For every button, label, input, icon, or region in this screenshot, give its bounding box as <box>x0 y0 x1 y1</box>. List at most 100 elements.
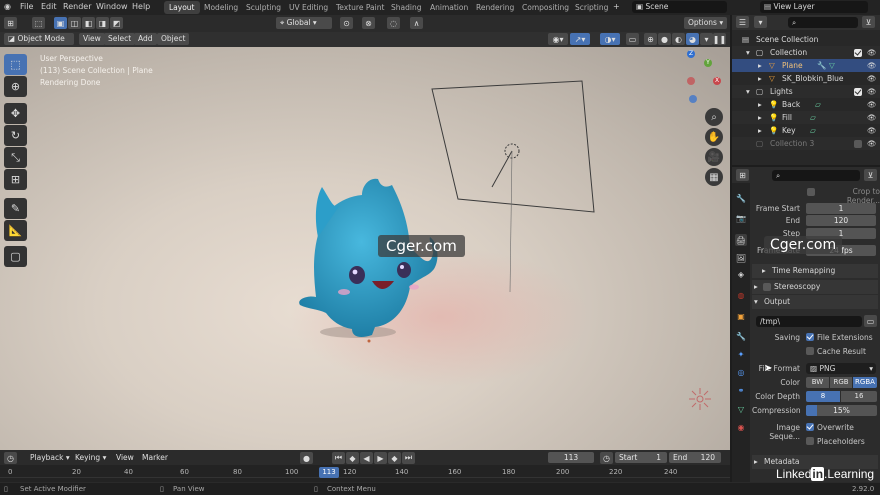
filter-icon[interactable]: ⊻ <box>862 16 875 28</box>
collection-eye-icon[interactable]: 👁 <box>867 48 877 57</box>
marker-menu[interactable]: Marker <box>138 452 172 464</box>
file-format-dropdown[interactable]: ▨ PNG ▾ <box>806 363 876 374</box>
menu-edit[interactable]: Edit <box>41 2 57 11</box>
falloff-icon[interactable]: ∧ <box>410 17 423 29</box>
annotate-tool-icon[interactable]: ✎ <box>4 198 27 219</box>
scene-tab-icon[interactable]: ◈ <box>735 268 747 280</box>
select-invert-icon[interactable]: ◨ <box>96 17 109 29</box>
collection-include-checkbox[interactable] <box>854 49 862 57</box>
display-mode-icon[interactable]: ▾ <box>754 16 767 28</box>
outliner-key-light[interactable]: ▸ 💡 Key ▱ 👁 <box>732 124 880 137</box>
stereoscopy-panel[interactable]: ▸ Stereoscopy <box>752 280 878 294</box>
output-tab-icon[interactable]: 🖨 <box>735 234 747 246</box>
select-box-icon[interactable]: ⬚ <box>32 17 45 29</box>
folder-icon[interactable]: ▭ <box>864 315 877 327</box>
tab-animation[interactable]: Animation <box>425 1 473 14</box>
pan-hand-icon[interactable]: ✋ <box>705 128 723 146</box>
lights-eye-icon[interactable]: 👁 <box>867 87 877 96</box>
transform-tool-icon[interactable]: ⊞ <box>4 169 27 190</box>
outliner-collection[interactable]: ▾ ▢ Collection 👁 <box>732 46 880 59</box>
tab-shading[interactable]: Shading <box>386 1 426 14</box>
gizmo-z-axis[interactable]: Z <box>687 50 695 58</box>
play-icon[interactable]: ▶ <box>374 452 387 464</box>
color-rgb-toggle[interactable]: RGB <box>830 377 852 388</box>
end-frame-field[interactable]: End 120 <box>669 452 721 463</box>
expand-key-icon[interactable]: ▸ <box>758 126 762 135</box>
properties-search-input[interactable]: ⌕ <box>772 170 860 181</box>
view-layer-tab-icon[interactable]: 🖼 <box>735 252 747 264</box>
keying-menu[interactable]: Keying ▾ <box>71 452 110 464</box>
back-eye-icon[interactable]: 👁 <box>867 100 877 109</box>
menu-view[interactable]: View <box>79 33 105 45</box>
prev-keyframe-icon[interactable]: ◆ <box>346 452 359 464</box>
outliner-editor-icon[interactable]: ☰ <box>736 16 749 28</box>
menu-select[interactable]: Select <box>104 33 136 45</box>
frame-end-field[interactable]: 120 <box>806 215 876 226</box>
cursor-tool-icon[interactable]: ⊕ <box>4 76 27 97</box>
ortho-grid-icon[interactable]: ▦ <box>705 168 723 186</box>
expand-sk-icon[interactable]: ▸ <box>758 74 762 83</box>
play-reverse-icon[interactable]: ◀ <box>360 452 373 464</box>
physics-tab-icon[interactable]: ◎ <box>735 366 747 378</box>
proportional-edit-icon[interactable]: ◌ <box>387 17 400 29</box>
select-intersect-icon[interactable]: ◩ <box>110 17 123 29</box>
shading-solid-icon[interactable]: ● <box>658 33 671 45</box>
collection3-eye-icon[interactable]: 👁 <box>867 139 877 148</box>
expand-lights-icon[interactable]: ▾ <box>746 87 750 96</box>
measure-tool-icon[interactable]: 📐 <box>4 220 27 241</box>
time-remapping-panel[interactable]: ▸ Time Remapping <box>752 264 878 278</box>
pause-render-icon[interactable]: ❚❚ <box>713 33 726 45</box>
expand-plane-icon[interactable]: ▸ <box>758 61 762 70</box>
modifier-tab-icon[interactable]: 🔧 <box>735 330 747 342</box>
move-tool-icon[interactable]: ✥ <box>4 103 27 124</box>
tool-tab-icon[interactable]: 🔧 <box>735 192 747 204</box>
shading-options-icon[interactable]: ▾ <box>700 33 713 45</box>
next-keyframe-icon[interactable]: ◆ <box>388 452 401 464</box>
tab-texture-paint[interactable]: Texture Paint <box>331 1 389 14</box>
tab-uv-editing[interactable]: UV Editing <box>284 1 333 14</box>
data-tab-icon[interactable]: ▽ <box>735 403 747 415</box>
outliner-collection-3[interactable]: ▢ Collection 3 👁 <box>732 137 880 150</box>
outliner-sk-blobkin[interactable]: ▸ ▽ SK_Blobkin_Blue 👁 <box>732 72 880 85</box>
rotate-tool-icon[interactable]: ↻ <box>4 125 27 146</box>
gizmo-neg-x-axis[interactable] <box>687 77 695 85</box>
object-tab-icon[interactable]: ▣ <box>735 310 747 322</box>
current-frame-field[interactable]: 113 <box>548 452 594 463</box>
constraints-tab-icon[interactable]: ⚭ <box>735 384 747 396</box>
start-frame-field[interactable]: Start 1 <box>615 452 667 463</box>
snap-icon[interactable]: ⊗ <box>362 17 375 29</box>
overlay-toggle-icon[interactable]: ◑▾ <box>600 33 620 45</box>
properties-editor-icon[interactable]: ⊞ <box>736 169 749 181</box>
shading-rendered-icon[interactable]: ◕ <box>686 33 699 45</box>
options-dropdown[interactable]: Options ▾ <box>684 17 728 29</box>
material-tab-icon[interactable]: ◉ <box>735 421 747 433</box>
gizmo-y-axis[interactable]: Y <box>704 59 712 67</box>
view-layer-field[interactable]: ▤ View Layer <box>760 1 868 13</box>
menu-add[interactable]: Add <box>134 33 157 45</box>
jump-start-icon[interactable]: ⏮ <box>332 452 345 464</box>
playhead-indicator[interactable]: 113 <box>319 467 339 478</box>
timeline-view-menu[interactable]: View <box>112 452 138 464</box>
object-mode-dropdown[interactable]: ◪ Object Mode ▾ <box>4 33 74 55</box>
world-tab-icon[interactable]: ◍ <box>735 289 747 301</box>
zoom-icon[interactable]: ⌕ <box>705 108 723 126</box>
output-path-field[interactable]: /tmp\ <box>756 316 862 327</box>
compression-slider[interactable]: 15% <box>806 405 877 416</box>
origin-point[interactable] <box>367 339 371 343</box>
tab-scripting[interactable]: Scripting <box>570 1 613 14</box>
select-subtract-icon[interactable]: ◧ <box>82 17 95 29</box>
color-depth-8-toggle[interactable]: 8 <box>806 391 840 402</box>
pivot-icon[interactable]: ⊙ <box>340 17 353 29</box>
gizmo-toggle-icon[interactable]: ↗▾ <box>570 33 590 45</box>
menu-render[interactable]: Render <box>63 2 91 11</box>
cache-result-checkbox[interactable] <box>806 347 814 355</box>
visibility-icon[interactable]: ◉▾ <box>548 33 568 45</box>
select-tool-icon[interactable]: ⬚ <box>4 54 27 75</box>
preview-range-icon[interactable]: ◷ <box>600 452 613 464</box>
transform-orientation-dropdown[interactable]: ⌖ Global ▾ <box>276 17 332 29</box>
tab-compositing[interactable]: Compositing <box>517 1 574 14</box>
fill-eye-icon[interactable]: 👁 <box>867 113 877 122</box>
jump-end-icon[interactable]: ⏭ <box>402 452 415 464</box>
outliner-lights[interactable]: ▾ ▢ Lights 👁 <box>732 85 880 98</box>
menu-object[interactable]: Object <box>157 33 190 45</box>
